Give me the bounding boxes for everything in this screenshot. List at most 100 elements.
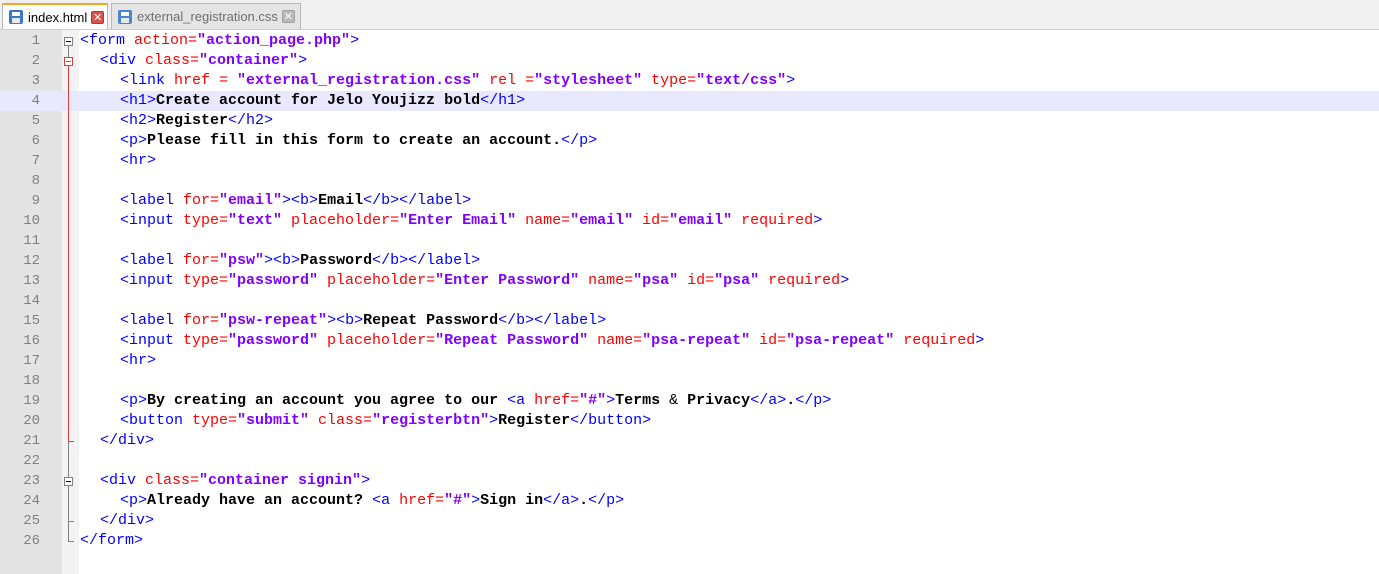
code-line[interactable]: 3 <link href = "external_registration.css… <box>0 71 1379 91</box>
code-line[interactable]: 4 <h1>Create account for Jelo Youjizz bol… <box>0 91 1379 111</box>
fold-toggle-icon[interactable] <box>64 57 73 66</box>
line-number: 18 <box>23 373 40 389</box>
fold-guide-line <box>68 66 69 441</box>
code-line[interactable]: 18 <box>0 371 1379 391</box>
token-str: "text" <box>228 212 283 229</box>
token-str: "container" <box>199 52 299 69</box>
token-tag: > <box>786 72 796 89</box>
close-icon[interactable]: ✕ <box>91 10 105 24</box>
token-txt: Register <box>156 112 229 129</box>
token-attr: class= <box>145 52 200 69</box>
code-line[interactable]: 21 </div> <box>0 431 1379 451</box>
token-str: "psa" <box>714 272 760 289</box>
token-txt: By creating an account you agree to our <box>147 392 508 409</box>
tab-external-registration-css[interactable]: external_registration.css ✕ <box>111 3 301 29</box>
token-attr: href= <box>399 492 445 509</box>
save-file-blue-icon <box>117 9 133 25</box>
fold-toggle-icon[interactable] <box>64 477 73 486</box>
token-txt: Terms <box>615 392 670 409</box>
code-text: <p>By creating an account you agree to o… <box>120 391 831 411</box>
token-attr: placeholder= <box>318 272 436 289</box>
line-number: 22 <box>23 453 40 469</box>
code-line[interactable]: 7 <hr> <box>0 151 1379 171</box>
token-attr: name= <box>579 272 634 289</box>
token-txt: . <box>579 492 589 509</box>
line-number: 15 <box>23 313 40 329</box>
token-attr: id= <box>750 332 787 349</box>
fold-guide-line <box>68 486 69 541</box>
line-number: 24 <box>23 493 40 509</box>
code-line[interactable]: 1 <form action="action_page.php"> <box>0 31 1379 51</box>
fold-end-marker <box>68 541 74 542</box>
line-number: 13 <box>23 273 40 289</box>
fold-guide-line <box>68 441 69 477</box>
token-txt: Privacy <box>678 392 751 409</box>
token-txt: Already have an account? <box>147 492 373 509</box>
code-text: <p>Already have an account? <a href="#">… <box>120 491 624 511</box>
code-line[interactable]: 5 <h2>Register</h2> <box>0 111 1379 131</box>
code-line[interactable]: 25 </div> <box>0 511 1379 531</box>
token-txt: Register <box>498 412 571 429</box>
code-line[interactable]: 11 <box>0 231 1379 251</box>
token-str: "email" <box>669 212 733 229</box>
token-tag: </p> <box>588 492 625 509</box>
code-text: <button type="submit" class="registerbtn… <box>120 411 651 431</box>
token-str: "submit" <box>237 412 310 429</box>
token-str: "#" <box>579 392 607 409</box>
tab-index-html[interactable]: index.html ✕ <box>2 3 108 29</box>
token-str: "#" <box>444 492 472 509</box>
code-line[interactable]: 23 <div class="container signin"> <box>0 471 1379 491</box>
close-icon[interactable]: ✕ <box>281 10 295 23</box>
token-tag: <p> <box>120 392 148 409</box>
token-tag: <hr> <box>120 352 157 369</box>
code-text: <input type="password" placeholder="Repe… <box>120 331 984 351</box>
code-line[interactable]: 9 <label for="email"><b>Email</b></label> <box>0 191 1379 211</box>
code-line[interactable]: 6 <p>Please fill in this form to create a… <box>0 131 1379 151</box>
code-line[interactable]: 22 <box>0 451 1379 471</box>
fold-toggle-icon[interactable] <box>64 37 73 46</box>
code-editor[interactable]: 1 <form action="action_page.php"> 2 <div cl… <box>0 30 1379 574</box>
code-line[interactable]: 14 <box>0 291 1379 311</box>
token-attr: placeholder= <box>282 212 400 229</box>
token-tag: <button <box>120 412 193 429</box>
code-line[interactable]: 24 <p>Already have an account? <a href="#… <box>0 491 1379 511</box>
code-line[interactable]: 20 <button type="submit" class="registerb… <box>0 411 1379 431</box>
token-tag: <h1> <box>120 92 157 109</box>
token-attr: href= <box>534 392 580 409</box>
code-line[interactable]: 13 <input type="password" placeholder="En… <box>0 271 1379 291</box>
token-attr: placeholder= <box>318 332 436 349</box>
code-line[interactable]: 2 <div class="container"> <box>0 51 1379 71</box>
line-number: 23 <box>23 473 40 489</box>
line-number: 14 <box>23 293 40 309</box>
code-line[interactable]: 26 </form> <box>0 531 1379 551</box>
save-file-blue-icon <box>8 9 24 25</box>
token-tag: </div> <box>100 512 155 529</box>
code-line[interactable]: 10 <input type="text" placeholder="Enter … <box>0 211 1379 231</box>
code-text: <input type="password" placeholder="Ente… <box>120 271 849 291</box>
token-tag: <a <box>507 392 535 409</box>
token-tag: </b></label> <box>372 252 481 269</box>
code-line[interactable]: 19 <p>By creating an account you agree to… <box>0 391 1379 411</box>
token-tag: > <box>298 52 308 69</box>
token-tag: > <box>813 212 823 229</box>
code-text: <hr> <box>120 151 156 171</box>
code-line[interactable]: 15 <label for="psw-repeat"><b>Repeat Pass… <box>0 311 1379 331</box>
token-attr: type= <box>183 212 229 229</box>
token-tag: <input <box>120 212 184 229</box>
token-txt: Create account for Jelo Youjizz bold <box>156 92 481 109</box>
token-tag: > <box>840 272 850 289</box>
token-attr: href = <box>174 72 238 89</box>
token-attr: required <box>732 212 814 229</box>
code-line[interactable]: 17 <hr> <box>0 351 1379 371</box>
token-str: "Enter Password" <box>435 272 580 289</box>
code-text: <hr> <box>120 351 156 371</box>
code-line[interactable]: 8 <box>0 171 1379 191</box>
token-str: "psw-repeat" <box>219 312 328 329</box>
token-tag: <p> <box>120 492 148 509</box>
code-line[interactable]: 16 <input type="password" placeholder="Re… <box>0 331 1379 351</box>
line-number: 2 <box>31 53 40 69</box>
line-number: 1 <box>31 33 40 49</box>
token-tag: </b></label> <box>498 312 607 329</box>
code-line[interactable]: 12 <label for="psw"><b>Password</b></labe… <box>0 251 1379 271</box>
tab-label: index.html <box>28 9 88 25</box>
